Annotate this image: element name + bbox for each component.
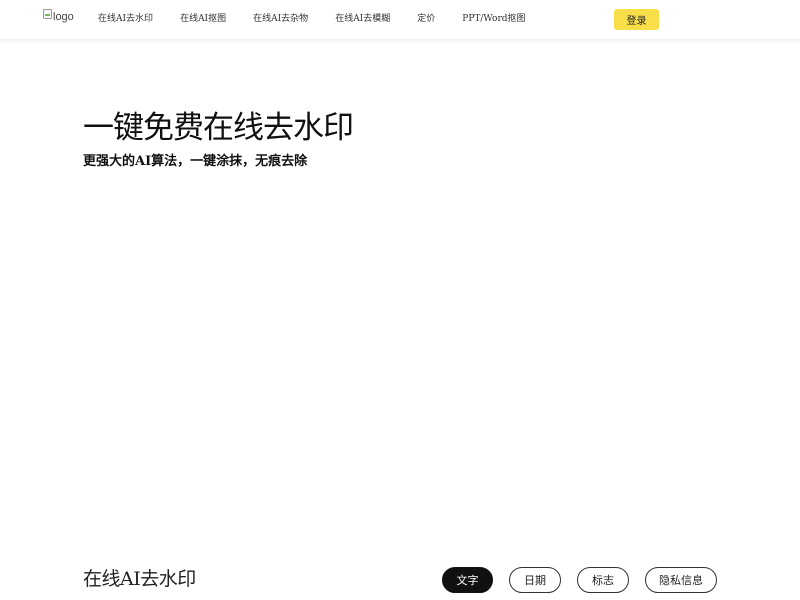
nav-item-ai-watermark-removal[interactable]: 在线AI去水印 [98, 14, 153, 25]
logo-alt-text: logo [53, 11, 74, 23]
nav-item-ai-object-removal[interactable]: 在线AI去杂物 [253, 14, 308, 25]
logo[interactable]: logo [43, 9, 74, 23]
watermark-type-tabs: 文字 日期 标志 隐私信息 [0, 567, 800, 593]
nav-item-ai-deblur[interactable]: 在线AI去模糊 [335, 14, 390, 25]
broken-image-icon [43, 9, 52, 19]
tab-date[interactable]: 日期 [509, 567, 561, 593]
nav-item-ppt-word-cutout[interactable]: PPT/Word抠图 [462, 14, 525, 25]
nav-item-ai-cutout[interactable]: 在线AI抠图 [180, 14, 226, 25]
tab-text[interactable]: 文字 [442, 567, 493, 593]
login-button[interactable]: 登录 [614, 9, 659, 30]
main-nav: 在线AI去水印 在线AI抠图 在线AI去杂物 在线AI去模糊 定价 PPT/Wo… [98, 14, 553, 25]
hero-title: 一键免费在线去水印 [83, 110, 354, 146]
top-header: logo 在线AI去水印 在线AI抠图 在线AI去杂物 在线AI去模糊 定价 P… [0, 0, 800, 40]
hero-subtitle: 更强大的AI算法，一键涂抹，无痕去除 [83, 154, 308, 169]
nav-item-pricing[interactable]: 定价 [417, 14, 435, 25]
tab-logo[interactable]: 标志 [577, 567, 629, 593]
tab-private-info[interactable]: 隐私信息 [645, 567, 717, 593]
